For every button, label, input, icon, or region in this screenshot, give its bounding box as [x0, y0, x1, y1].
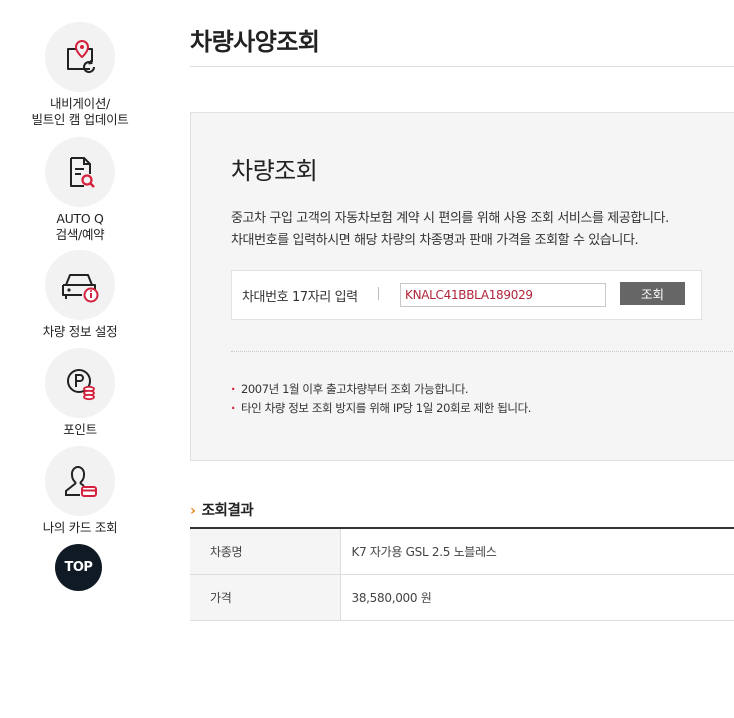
sidebar-item-label: AUTO Q 검색/예약: [55, 211, 105, 242]
search-panel-title: 차량조회: [231, 157, 318, 185]
user-card-icon: [45, 446, 115, 516]
row-value: 38,580,000 원: [340, 574, 734, 621]
table-row: 차종명 K7 자가용 GSL 2.5 노블레스: [190, 528, 734, 575]
notice-item: · 2007년 1월 이후 출고차량부터 조회 가능합니다.: [231, 382, 469, 396]
title-divider: [190, 66, 734, 67]
sidebar-item-my-card[interactable]: 나의 카드 조회: [0, 446, 160, 536]
sidebar-item-point[interactable]: 포인트: [0, 348, 160, 438]
row-header: 가격: [190, 574, 341, 621]
label-separator: [378, 287, 379, 300]
sidebar-item-label: 나의 카드 조회: [42, 520, 118, 535]
point-coin-icon: [45, 348, 115, 418]
result-heading: › 조회결과: [190, 503, 254, 519]
vin-input[interactable]: [400, 283, 606, 307]
search-description: 중고차 구입 고객의 자동차보험 계약 시 편의를 위해 사용 조회 서비스를 …: [231, 208, 669, 252]
result-table: 차종명 K7 자가용 GSL 2.5 노블레스 가격 38,580,000 원: [190, 527, 734, 621]
bullet-icon: ·: [231, 401, 235, 415]
row-value: K7 자가용 GSL 2.5 노블레스: [340, 528, 734, 575]
sidebar-item-navigation-update[interactable]: 내비게이션/ 빌트인 캠 업데이트: [0, 22, 160, 128]
dotted-divider: [231, 351, 734, 352]
document-search-icon: [45, 137, 115, 207]
car-info-icon: [45, 250, 115, 320]
search-button[interactable]: 조회: [620, 282, 685, 305]
map-pin-refresh-icon: [45, 22, 115, 92]
bullet-icon: ·: [231, 382, 235, 396]
vin-input-label: 차대번호 17자리 입력: [242, 290, 358, 305]
sidebar-item-label: 내비게이션/ 빌트인 캠 업데이트: [31, 96, 129, 127]
sidebar-item-vehicle-settings[interactable]: 차량 정보 설정: [0, 250, 160, 340]
chevron-right-icon: ›: [190, 503, 196, 519]
vehicle-search-panel: 차량조회 중고차 구입 고객의 자동차보험 계약 시 편의를 위해 사용 조회 …: [190, 112, 734, 461]
notice-list: · 2007년 1월 이후 출고차량부터 조회 가능합니다. · 타인 차량 정보 …: [231, 380, 531, 418]
sidebar-item-label: 포인트: [63, 422, 97, 437]
table-row: 가격 38,580,000 원: [190, 574, 734, 621]
scroll-top-button[interactable]: TOP: [55, 544, 102, 591]
sidebar-item-auto-q[interactable]: AUTO Q 검색/예약: [0, 137, 160, 243]
sidebar-item-label: 차량 정보 설정: [42, 324, 118, 339]
notice-item: · 타인 차량 정보 조회 방지를 위해 IP당 1일 20회로 제한 됩니다.: [231, 401, 532, 415]
description-line: 중고차 구입 고객의 자동차보험 계약 시 편의를 위해 사용 조회 서비스를 …: [231, 211, 669, 226]
page-title: 차량사양조회: [190, 28, 320, 56]
description-line: 차대번호를 입력하시면 해당 차량의 차종명과 판매 가격을 조회할 수 있습니…: [231, 233, 639, 248]
row-header: 차종명: [190, 528, 341, 575]
vin-input-row: 차대번호 17자리 입력 조회: [231, 270, 702, 320]
